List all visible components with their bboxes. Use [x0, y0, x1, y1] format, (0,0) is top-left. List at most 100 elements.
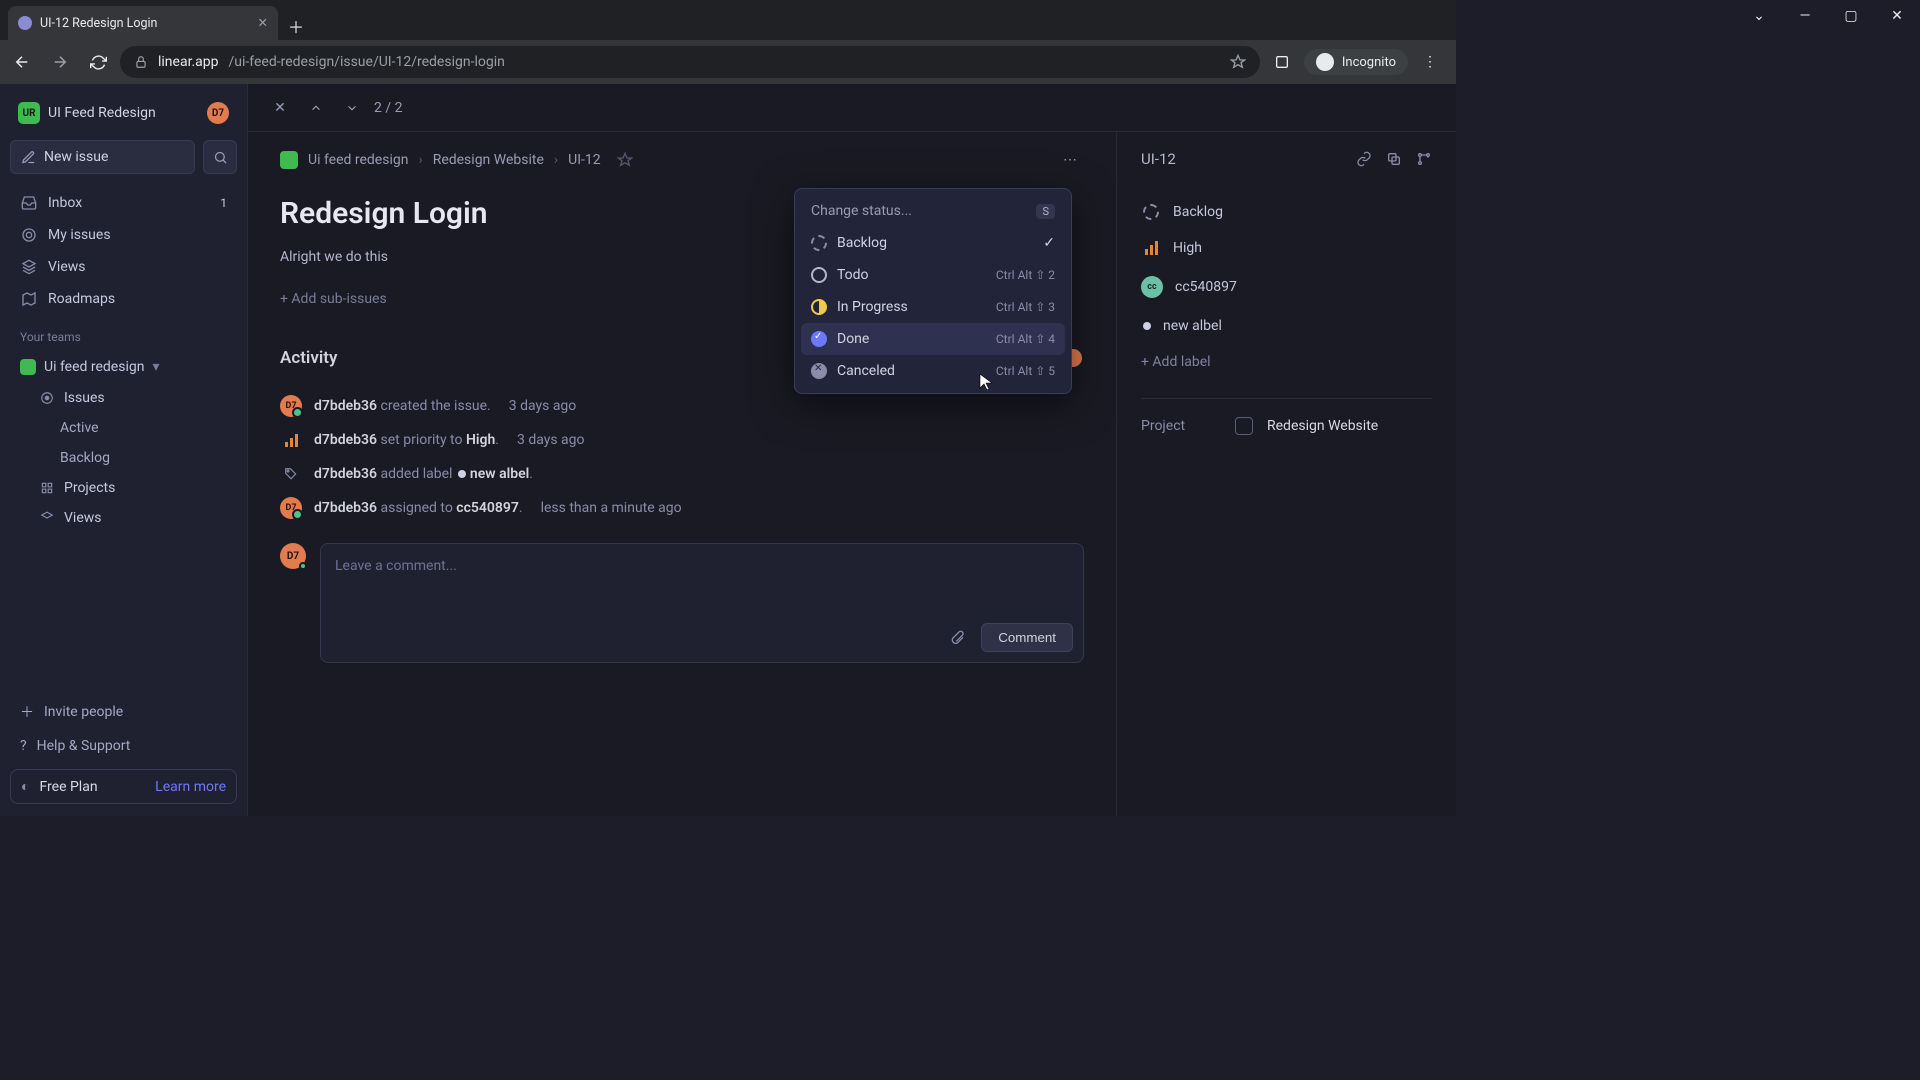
popover-kbd: S [1036, 204, 1055, 219]
comment-placeholder: Leave a comment... [335, 558, 457, 574]
inbox-icon [20, 195, 38, 211]
comment-button[interactable]: Comment [981, 623, 1073, 652]
plus-icon: ＋ [20, 702, 34, 722]
map-icon [20, 291, 38, 307]
priority-field[interactable]: High [1141, 230, 1432, 266]
sidebar-item-label: Inbox [48, 195, 82, 211]
chevron-right-icon: › [418, 152, 422, 168]
sidebar-item-views[interactable]: Views [10, 252, 237, 282]
status-icon [811, 267, 827, 283]
crumb-team[interactable]: Ui feed redesign [308, 152, 408, 168]
actor-name: d7bdeb36 [314, 500, 377, 516]
minimize-icon[interactable]: — [1782, 0, 1828, 32]
activity-value: High [466, 432, 495, 448]
add-label-button[interactable]: + Add label [1141, 344, 1432, 380]
workspace-name: UI Feed Redesign [48, 105, 156, 121]
status-option[interactable]: TodoCtrl Alt ⇧ 2 [801, 259, 1065, 291]
attach-icon[interactable] [943, 624, 971, 652]
status-field[interactable]: Backlog [1141, 194, 1432, 230]
issue-column: Ui feed redesign › Redesign Website › UI… [248, 132, 1116, 816]
new-tab-button[interactable]: ＋ [282, 12, 310, 40]
url-path: /ui-feed-redesign/issue/UI-12/redesign-l… [229, 54, 505, 70]
chevron-right-icon: › [554, 152, 558, 168]
status-icon [811, 363, 827, 379]
copy-link-icon[interactable] [1356, 151, 1372, 167]
prev-issue-button[interactable] [302, 94, 330, 122]
team-row[interactable]: Ui feed redesign ▾ [10, 352, 237, 382]
project-field[interactable]: Project Redesign Website [1141, 417, 1432, 435]
sidebar-item-inbox[interactable]: Inbox 1 [10, 188, 237, 218]
activity-row: D7d7bdeb36 created the issue. 3 days ago [280, 389, 1084, 423]
issue-position: 2 / 2 [374, 100, 402, 116]
sidebar-item-roadmaps[interactable]: Roadmaps [10, 284, 237, 314]
project-icon [1235, 417, 1253, 435]
learn-more-link[interactable]: Learn more [155, 779, 226, 795]
maximize-icon[interactable]: ▢ [1828, 0, 1874, 32]
tag-icon [280, 463, 302, 485]
label-field[interactable]: new albel [1141, 308, 1432, 344]
search-button[interactable] [203, 140, 237, 174]
url-input[interactable]: linear.app/ui-feed-redesign/issue/UI-12/… [120, 46, 1260, 78]
assignee-field[interactable]: cc cc540897 [1141, 266, 1432, 308]
priority-icon [1141, 241, 1161, 255]
team-issues[interactable]: Issues [10, 384, 237, 412]
user-avatar[interactable]: D7 [207, 102, 229, 124]
new-issue-button[interactable]: New issue [10, 140, 195, 174]
help-support[interactable]: ? Help & Support [10, 731, 237, 761]
help-label: Help & Support [37, 738, 131, 754]
more-actions-button[interactable]: ⋯ [1056, 146, 1084, 174]
activity-time: less than a minute ago [541, 500, 682, 516]
presence-dot [299, 562, 307, 570]
reload-button[interactable] [82, 46, 114, 78]
extensions-icon[interactable] [1266, 46, 1298, 78]
workspace-switcher[interactable]: UR UI Feed Redesign D7 [10, 96, 237, 130]
current-user-avatar: D7 [280, 543, 306, 569]
browser-tab[interactable]: UI-12 Redesign Login ✕ [8, 6, 278, 40]
back-button[interactable] [6, 46, 38, 78]
team-active[interactable]: Active [10, 414, 237, 442]
sidebar-item-label: Views [64, 510, 102, 526]
activity-heading: Activity [280, 348, 337, 368]
forward-button[interactable] [44, 46, 76, 78]
check-icon: ✓ [1043, 235, 1055, 251]
star-icon[interactable] [617, 152, 633, 168]
close-tab-icon[interactable]: ✕ [258, 15, 268, 31]
chevron-down-icon: ▾ [152, 359, 159, 375]
activity-row: d7bdeb36 set priority to High.3 days ago [280, 423, 1084, 457]
team-icon [20, 359, 36, 375]
project-key: Project [1141, 418, 1221, 434]
close-window-icon[interactable]: ✕ [1874, 0, 1920, 32]
copy-id-icon[interactable] [1386, 151, 1402, 167]
add-label-text: + Add label [1141, 354, 1211, 370]
invite-people[interactable]: ＋ Invite people [10, 695, 237, 729]
git-branch-icon[interactable] [1416, 151, 1432, 167]
bookmark-icon[interactable] [1230, 54, 1246, 70]
team-views[interactable]: Views [10, 504, 237, 532]
status-option[interactable]: CanceledCtrl Alt ⇧ 5 [801, 355, 1065, 387]
close-panel-button[interactable]: ✕ [266, 94, 294, 122]
help-icon: ? [20, 738, 27, 754]
team-backlog[interactable]: Backlog [10, 444, 237, 472]
kebab-menu-icon[interactable]: ⋮ [1414, 46, 1446, 78]
assignee-avatar: cc [1141, 276, 1163, 298]
status-icon [811, 235, 827, 251]
sidebar-item-label: Roadmaps [48, 291, 115, 307]
crumb-id[interactable]: UI-12 [568, 152, 601, 168]
crumb-project[interactable]: Redesign Website [433, 152, 544, 168]
sidebar-item-label: Active [60, 420, 99, 436]
comment-input[interactable]: Leave a comment... Comment [320, 543, 1084, 663]
status-option[interactable]: In ProgressCtrl Alt ⇧ 3 [801, 291, 1065, 323]
sidebar-item-myissues[interactable]: My issues [10, 220, 237, 250]
sidebar-item-label: Issues [64, 390, 105, 406]
incognito-badge: Incognito [1304, 49, 1408, 75]
priority-icon [280, 429, 302, 451]
new-issue-label: New issue [44, 149, 108, 165]
activity-row: d7bdeb36 added label new albel. [280, 457, 1084, 491]
plan-row[interactable]: ◐ Free Plan Learn more [10, 769, 237, 804]
chevron-down-icon[interactable]: ⌄ [1736, 0, 1782, 32]
popover-search-placeholder[interactable]: Change status... [811, 203, 912, 219]
status-option[interactable]: Backlog✓ [801, 227, 1065, 259]
status-option[interactable]: DoneCtrl Alt ⇧ 4 [801, 323, 1065, 355]
team-projects[interactable]: Projects [10, 474, 237, 502]
next-issue-button[interactable] [338, 94, 366, 122]
